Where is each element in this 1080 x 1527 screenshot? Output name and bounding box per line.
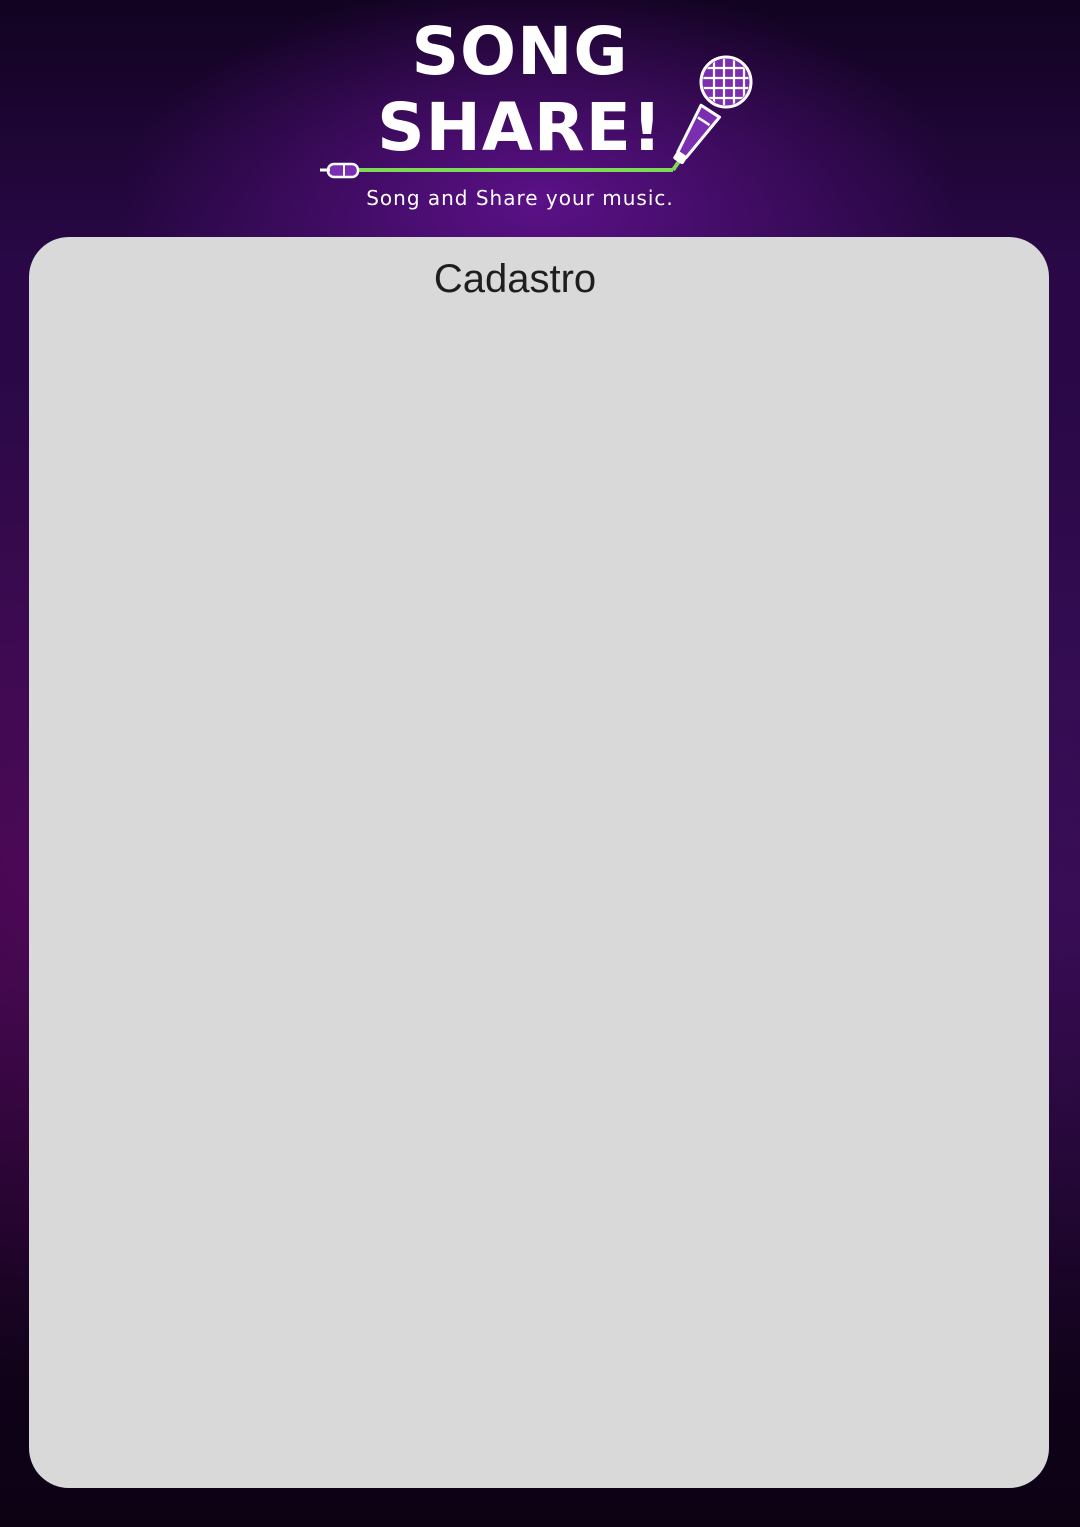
- page-title: Cadastro: [433, 257, 597, 301]
- register-card: [29, 237, 1049, 1488]
- app-header: SONG SHARE! Song and Share your music.: [0, 0, 1080, 230]
- microphone-icon: [320, 55, 753, 179]
- app-tagline: Song and Share your music.: [366, 186, 674, 210]
